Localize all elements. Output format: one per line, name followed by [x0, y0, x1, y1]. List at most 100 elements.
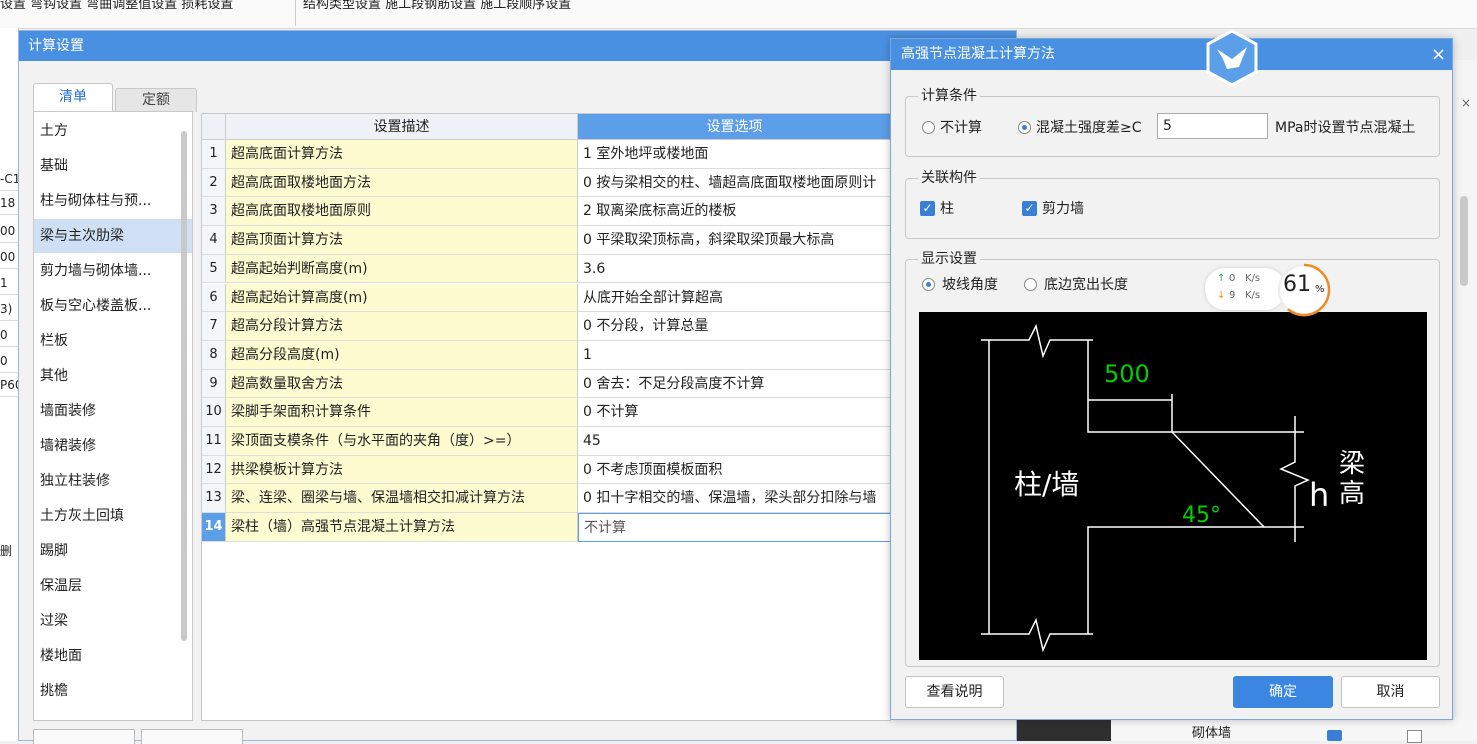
row-option[interactable]: 3.6 [578, 254, 890, 284]
bottom-button[interactable] [141, 729, 243, 744]
row-option[interactable]: 2 取离梁底标高近的楼板 [578, 197, 890, 227]
row-option[interactable]: 45 [578, 427, 890, 456]
check-icon[interactable]: ✓ [1022, 201, 1037, 216]
download-speed: 9 [1229, 290, 1236, 301]
table-row[interactable]: 13 梁、连梁、圈梁与墙、保温墙相交扣减计算方法 0 扣十字相交的墙、保温墙，梁头部… [202, 484, 890, 514]
checkbox-label: 剪力墙 [1042, 201, 1084, 217]
category-item[interactable]: 墙裙装修 [34, 429, 192, 463]
bg-left-cell: 00 [0, 246, 18, 269]
grid-header-opt: 设置选项 [578, 114, 890, 140]
row-option[interactable]: 从底开始全部计算超高 [578, 283, 890, 313]
scrollbar[interactable] [1460, 196, 1468, 286]
table-row[interactable]: 1 超高底面计算方法 1 室外地坪或楼地面 [202, 140, 890, 169]
table-row[interactable]: 12 拱梁模板计算方法 0 不考虑顶面模板面积 [202, 455, 890, 485]
table-row[interactable]: 11 梁顶面支模条件（与水平面的夹角（度）>=） 45 [202, 427, 890, 456]
checkbox[interactable] [1407, 730, 1422, 743]
row-number: 13 [202, 484, 226, 514]
category-item[interactable]: 保温层 [34, 569, 192, 603]
close-icon[interactable]: × [1461, 96, 1471, 110]
download-arrow-icon: ↓ [1217, 290, 1226, 301]
category-item[interactable]: 土方 [34, 114, 192, 148]
radio-not-calc[interactable] [922, 121, 935, 134]
table-row[interactable]: 8 超高分段高度(m) 1 [202, 340, 890, 370]
category-item[interactable]: 栏板 [34, 324, 192, 358]
row-option[interactable]: 1 室外地坪或楼地面 [578, 140, 890, 169]
row-option[interactable]: 1 [578, 340, 890, 370]
related-member-group: 关联构件 ✓ 柱 ✓ 剪力墙 [905, 169, 1440, 239]
row-option[interactable]: 0 舍去：不足分段高度不计算 [578, 369, 890, 399]
background-tabs-left[interactable]: 设置 弯钩设置 弯曲调整值设置 损耗设置 [0, 0, 292, 14]
category-item[interactable]: 基础 [34, 149, 192, 183]
dialog-title: 计算设置 [19, 31, 1016, 61]
radio-strength-diff[interactable] [1018, 121, 1031, 134]
close-icon[interactable]: × [1425, 39, 1452, 70]
table-row[interactable]: 3 超高底面取楼地面原则 2 取离梁底标高近的楼板 [202, 197, 890, 227]
bg-left-cell: 00 [0, 220, 18, 243]
tab-dinge[interactable]: 定额 [115, 88, 197, 112]
category-scrollbar[interactable] [181, 131, 187, 641]
category-item[interactable]: 其他 [34, 359, 192, 393]
category-item[interactable]: 独立柱装修 [34, 464, 192, 498]
settings-grid: 设置描述 设置选项 1 超高底面计算方法 1 室外地坪或楼地面 2 超高底面取楼地面方法… [201, 113, 891, 721]
row-number: 6 [202, 283, 226, 313]
table-row[interactable]: 10 梁脚手架面积计算条件 0 不计算 [202, 398, 890, 427]
category-item[interactable]: 过梁 [34, 604, 192, 638]
row-description: 梁柱（墙）高强节点混凝土计算方法 [226, 513, 578, 542]
table-row[interactable]: 9 超高数量取舍方法 0 舍去：不足分段高度不计算 [202, 369, 890, 399]
category-list: 土方 基础 柱与砌体柱与预... 梁与主次肋梁 剪力墙与砌体墙... 板与空心楼… [33, 111, 193, 721]
category-item[interactable]: 踢脚 [34, 534, 192, 568]
radio-label: 混凝土强度差≥C [1036, 120, 1142, 136]
row-option[interactable]: 0 不分段，计算总量 [578, 312, 890, 341]
row-option[interactable]: 0 不计算 [578, 398, 890, 427]
grid-header-num [202, 114, 226, 140]
category-item[interactable]: 柱与砌体柱与预... [34, 184, 192, 218]
category-item[interactable]: 楼地面 [34, 639, 192, 673]
row-description: 超高分段计算方法 [226, 312, 578, 341]
category-item[interactable]: 土方灰土回填 [34, 499, 192, 533]
ok-button[interactable]: 确定 [1233, 676, 1333, 708]
bg-left-cell: P60 [0, 374, 18, 397]
help-button[interactable]: 查看说明 [905, 676, 1004, 708]
row-option[interactable]: 0 平梁取梁顶标高，斜梁取梁顶最大标高 [578, 226, 890, 255]
row-number: 14 [202, 513, 226, 542]
bg-left-cell: 18 [0, 192, 18, 215]
row-number: 3 [202, 197, 226, 227]
radio-slope-angle[interactable] [922, 278, 935, 291]
row-option[interactable]: 0 按与梁相交的柱、墙超高底面取楼地面原则计 [578, 168, 890, 198]
table-row[interactable]: 2 超高底面取楼地面方法 0 按与梁相交的柱、墙超高底面取楼地面原则计 [202, 168, 890, 198]
bottom-button[interactable] [33, 729, 135, 744]
checkbox[interactable] [1327, 730, 1342, 741]
joint-diagram: 柱/墙 h 梁 高 500 45° [919, 312, 1427, 660]
category-item-selected[interactable]: 梁与主次肋梁 [34, 219, 192, 253]
tab-qingdan[interactable]: 清单 [33, 83, 113, 112]
mpa-suffix-label: MPa时设置节点混凝土 [1275, 120, 1416, 136]
table-row[interactable]: 14 梁柱（墙）高强节点混凝土计算方法 不计算 [202, 513, 890, 542]
h-label: h [1309, 476, 1329, 514]
category-item[interactable]: 挑檐 [34, 674, 192, 708]
table-row[interactable]: 5 超高起始判断高度(m) 3.6 [202, 254, 890, 284]
bg-left-cell[interactable]: 删 [0, 540, 18, 562]
row-option[interactable]: 0 不考虑顶面模板面积 [578, 455, 890, 485]
category-item[interactable]: 板与空心楼盖板... [34, 289, 192, 323]
check-icon[interactable]: ✓ [920, 201, 935, 216]
category-item[interactable]: 墙面装修 [34, 394, 192, 428]
network-speed-widget[interactable]: ↑ 0 K/s ↓ 9 K/s 61 % [1205, 262, 1339, 317]
row-number: 12 [202, 455, 226, 485]
bird-logo-icon [1206, 29, 1258, 87]
row-option[interactable]: 不计算 [578, 513, 890, 542]
column-wall-label: 柱/墙 [1014, 468, 1079, 501]
background-tabs-right[interactable]: 结构类型设置 施工段钢筋设置 施工段顺序设置 [303, 0, 653, 14]
cancel-button[interactable]: 取消 [1341, 676, 1440, 708]
table-row[interactable]: 7 超高分段计算方法 0 不分段，计算总量 [202, 312, 890, 341]
checkbox-label: 柱 [940, 201, 954, 217]
radio-bottom-width[interactable] [1024, 278, 1037, 291]
table-row[interactable]: 6 超高起始计算高度(m) 从底开始全部计算超高 [202, 283, 890, 313]
category-item[interactable]: 剪力墙与砌体墙... [34, 254, 192, 288]
top-break-line [981, 323, 1093, 359]
row-option[interactable]: 0 扣十字相交的墙、保温墙，梁头部分扣除与墙 [578, 484, 890, 514]
group-label: 关联构件 [918, 169, 980, 187]
row-number: 1 [202, 140, 226, 169]
row-description: 超高起始计算高度(m) [226, 283, 578, 313]
table-row[interactable]: 4 超高顶面计算方法 0 平梁取梁顶标高，斜梁取梁顶最大标高 [202, 226, 890, 255]
strength-diff-input[interactable]: 5 [1157, 113, 1268, 139]
